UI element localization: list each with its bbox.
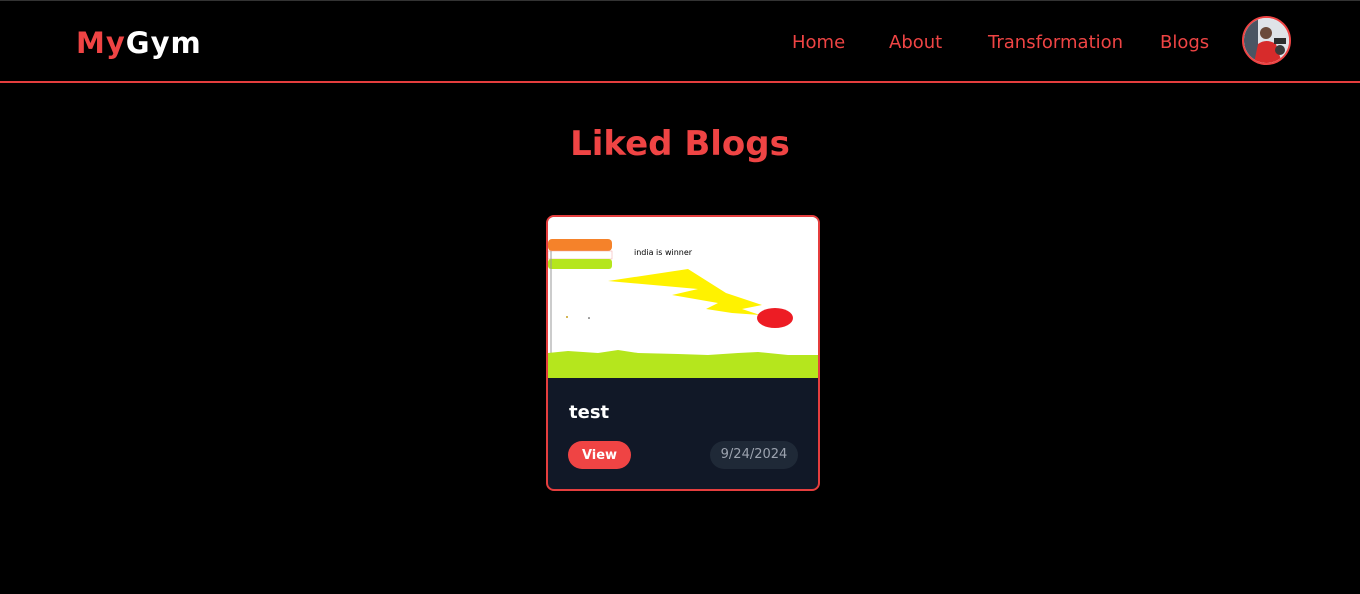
blog-drawing-image: india is winner (548, 217, 818, 378)
blog-card: india is winner test View 9/24/2024 (546, 215, 820, 491)
nav-transformation-link[interactable]: Transformation (988, 32, 1123, 53)
user-avatar[interactable] (1242, 16, 1291, 65)
nav-about-link[interactable]: About (889, 32, 942, 53)
blog-card-title: test (569, 402, 610, 423)
avatar-photo-icon (1244, 18, 1289, 63)
nav-blogs-link[interactable]: Blogs (1160, 32, 1209, 53)
brand-logo[interactable]: MyGym (76, 26, 202, 60)
blog-card-image[interactable]: india is winner (548, 217, 818, 378)
view-blog-button[interactable]: View (568, 441, 631, 469)
brand-part-my: My (76, 26, 126, 60)
blog-image-caption: india is winner (634, 248, 693, 257)
blog-date-badge: 9/24/2024 (710, 441, 798, 469)
brand-part-gym: Gym (125, 26, 202, 60)
navbar: MyGym Home About Transformation Blogs (0, 0, 1360, 83)
page-title: Liked Blogs (570, 124, 790, 164)
nav-home-link[interactable]: Home (792, 32, 845, 53)
